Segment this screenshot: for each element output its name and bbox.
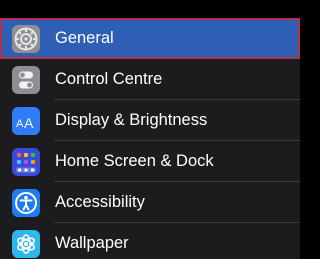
- settings-item-general[interactable]: General: [0, 18, 300, 59]
- settings-item-label: Accessibility: [55, 193, 145, 211]
- settings-list: General Control Centre A A Display & Bri…: [0, 18, 300, 259]
- settings-item-home-screen-dock[interactable]: Home Screen & Dock: [0, 141, 300, 182]
- gear-icon: [12, 25, 40, 53]
- settings-item-wallpaper[interactable]: Wallpaper: [0, 223, 300, 259]
- toggles-icon: [12, 66, 40, 94]
- settings-item-display-brightness[interactable]: A A Display & Brightness: [0, 100, 300, 141]
- settings-item-label: General: [55, 29, 114, 47]
- settings-item-label: Wallpaper: [55, 234, 129, 252]
- flower-icon: [12, 230, 40, 258]
- settings-item-label: Home Screen & Dock: [55, 152, 214, 170]
- settings-item-label: Control Centre: [55, 70, 163, 88]
- settings-item-control-centre[interactable]: Control Centre: [0, 59, 300, 100]
- app-grid-icon: [12, 148, 40, 176]
- text-size-icon: A A: [12, 107, 40, 135]
- accessibility-icon: [12, 189, 40, 217]
- text-size-glyph-large: A: [24, 115, 34, 131]
- text-size-glyph-small: A: [16, 118, 24, 130]
- settings-item-label: Display & Brightness: [55, 111, 208, 129]
- status-area: [0, 0, 300, 18]
- settings-item-accessibility[interactable]: Accessibility: [0, 182, 300, 223]
